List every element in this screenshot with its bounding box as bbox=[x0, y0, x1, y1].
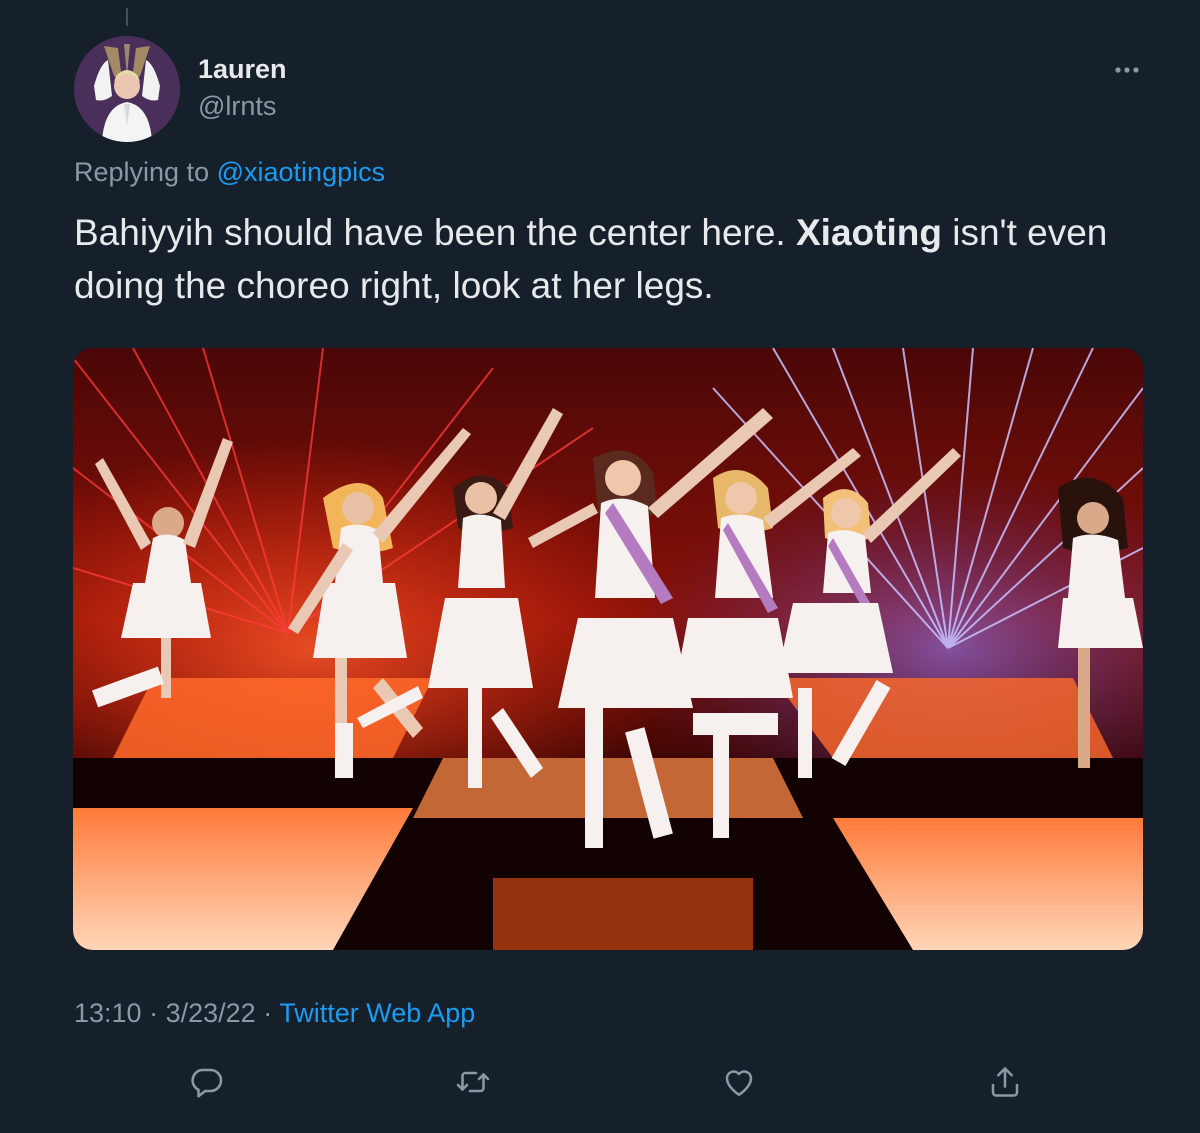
tweet-text-part1: Bahiyyih should have been the center her… bbox=[74, 212, 786, 253]
meta-separator: · bbox=[149, 998, 159, 1028]
share-icon bbox=[991, 1067, 1019, 1097]
reply-button[interactable] bbox=[188, 1064, 224, 1100]
tweet-media-image[interactable] bbox=[73, 348, 1143, 950]
author-avatar[interactable] bbox=[74, 36, 180, 142]
more-options-button[interactable] bbox=[1110, 56, 1144, 84]
like-button[interactable] bbox=[721, 1064, 757, 1100]
avatar-image bbox=[74, 36, 180, 142]
share-button[interactable] bbox=[987, 1064, 1023, 1100]
retweet-icon bbox=[456, 1071, 490, 1093]
media-dance-performance-picture bbox=[73, 348, 1143, 950]
replying-to-line: Replying to @xiaotingpics bbox=[74, 157, 385, 188]
tweet-date[interactable]: 3/23/22 bbox=[166, 998, 256, 1028]
replying-to-mention[interactable]: @xiaotingpics bbox=[217, 157, 386, 187]
more-dots-icon bbox=[1115, 67, 1139, 73]
author-display-name[interactable]: 1auren bbox=[198, 54, 287, 85]
tweet-text-bold: Xiaoting bbox=[796, 212, 942, 253]
author-handle[interactable]: @lrnts bbox=[198, 91, 276, 122]
tweet-time[interactable]: 13:10 bbox=[74, 998, 142, 1028]
tweet-meta: 13:10 · 3/23/22 · Twitter Web App bbox=[74, 998, 475, 1029]
meta-separator: · bbox=[263, 998, 273, 1028]
tweet-text: Bahiyyih should have been the center her… bbox=[74, 206, 1144, 312]
reply-icon bbox=[191, 1068, 223, 1098]
replying-to-label: Replying to bbox=[74, 157, 210, 187]
thread-connector-line bbox=[126, 8, 128, 26]
retweet-button[interactable] bbox=[455, 1064, 491, 1100]
heart-icon bbox=[725, 1070, 753, 1097]
tweet-source-link[interactable]: Twitter Web App bbox=[279, 998, 475, 1028]
